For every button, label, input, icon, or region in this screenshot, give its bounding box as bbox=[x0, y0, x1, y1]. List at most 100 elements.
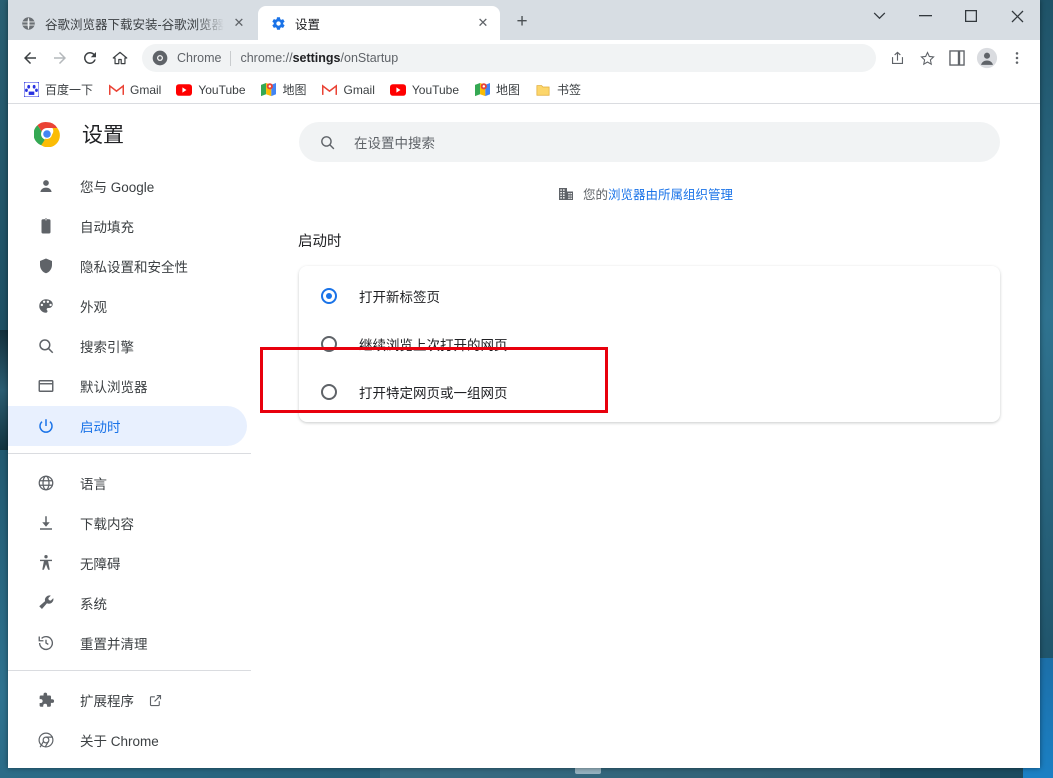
bookmark-baidu[interactable]: 百度一下 bbox=[16, 79, 100, 101]
sidebar-item-label: 扩展程序 bbox=[80, 694, 134, 709]
chrome-logo-icon bbox=[34, 121, 60, 147]
sidebar-item-accessibility[interactable]: 无障碍 bbox=[8, 543, 247, 583]
home-icon[interactable] bbox=[106, 44, 134, 72]
tab-inactive-download[interactable]: 谷歌浏览器下载安装-谷歌浏览器 ✕ bbox=[8, 6, 256, 40]
sidebar-item-label: 您与 Google bbox=[80, 180, 155, 195]
profile-avatar-icon[interactable] bbox=[973, 44, 1001, 72]
radio-label: 打开新标签页 bbox=[359, 290, 440, 305]
sidebar-item-system[interactable]: 系统 bbox=[8, 583, 247, 623]
startup-option-continue[interactable]: 继续浏览上次打开的网页 bbox=[299, 320, 1000, 368]
close-button[interactable] bbox=[994, 0, 1040, 32]
maximize-button[interactable] bbox=[948, 0, 994, 32]
side-panel-icon[interactable] bbox=[943, 44, 971, 72]
browser-toolbar: Chrome chrome://settings/onStartup bbox=[8, 40, 1040, 76]
sidebar-item-appearance[interactable]: 外观 bbox=[8, 286, 247, 326]
sidebar-item-languages[interactable]: 语言 bbox=[8, 463, 247, 503]
tab-active-settings[interactable]: 设置 ✕ bbox=[258, 6, 500, 40]
startup-options-card: 打开新标签页 继续浏览上次打开的网页 打开特定网页或一组网页 bbox=[299, 266, 1000, 422]
startup-option-new-tab[interactable]: 打开新标签页 bbox=[299, 272, 1000, 320]
search-placeholder: 在设置中搜索 bbox=[354, 136, 435, 151]
sidebar-item-extensions[interactable]: 扩展程序 bbox=[8, 680, 247, 720]
bookmark-folder[interactable]: 书签 bbox=[528, 79, 588, 101]
search-icon bbox=[36, 336, 56, 356]
search-input[interactable]: 在设置中搜索 bbox=[299, 122, 1000, 162]
address-bar[interactable]: Chrome chrome://settings/onStartup bbox=[142, 44, 876, 72]
close-icon[interactable]: ✕ bbox=[230, 14, 248, 32]
browser-window: 谷歌浏览器下载安装-谷歌浏览器 ✕ 设置 ✕ + Chrome chrome:/… bbox=[8, 0, 1040, 768]
sidebar-item-label: 搜索引擎 bbox=[80, 340, 134, 355]
new-tab-button[interactable]: + bbox=[508, 8, 536, 36]
wrench-icon bbox=[36, 593, 56, 613]
managed-notice-link[interactable]: 浏览器由所属组织管理 bbox=[608, 184, 733, 203]
settings-page: 设置 您与 Google 自动填充 隐私设置和安全性 外观 搜索引擎 默认浏览器… bbox=[8, 104, 1040, 768]
bookmark-label: Gmail bbox=[130, 82, 162, 97]
chrome-logo-icon bbox=[152, 50, 168, 66]
bookmark-label: 百度一下 bbox=[45, 83, 94, 97]
startup-option-specific-pages[interactable]: 打开特定网页或一组网页 bbox=[299, 368, 1000, 416]
sidebar-item-privacy-security[interactable]: 隐私设置和安全性 bbox=[8, 246, 247, 286]
radio-button[interactable] bbox=[321, 288, 337, 304]
bookmark-label: YouTube bbox=[411, 82, 460, 97]
sidebar-item-label: 关于 Chrome bbox=[80, 734, 159, 749]
window-controls bbox=[856, 0, 1040, 32]
sidebar-item-search-engine[interactable]: 搜索引擎 bbox=[8, 326, 247, 366]
download-icon bbox=[36, 513, 56, 533]
tab-search-icon[interactable] bbox=[856, 0, 902, 32]
share-icon[interactable] bbox=[883, 44, 911, 72]
sidebar-item-label: 自动填充 bbox=[80, 220, 134, 235]
reload-icon[interactable] bbox=[76, 44, 104, 72]
managed-by-organization-notice[interactable]: 您的 浏览器由所属组织管理 bbox=[251, 184, 1040, 203]
bookmark-maps-2[interactable]: 地图 bbox=[467, 79, 527, 101]
sidebar-item-reset-cleanup[interactable]: 重置并清理 bbox=[8, 623, 247, 663]
bookmark-label: 地图 bbox=[496, 83, 521, 97]
tab-title: 谷歌浏览器下载安装-谷歌浏览器 bbox=[45, 17, 224, 32]
sidebar-item-about-chrome[interactable]: 关于 Chrome bbox=[8, 720, 247, 760]
bookmark-youtube-1[interactable]: YouTube bbox=[169, 79, 252, 101]
sidebar-item-you-and-google[interactable]: 您与 Google bbox=[8, 166, 247, 206]
settings-nav-group-1: 您与 Google 自动填充 隐私设置和安全性 外观 搜索引擎 默认浏览器 启动… bbox=[8, 164, 251, 446]
close-icon[interactable]: ✕ bbox=[474, 14, 492, 32]
bookmark-gmail-1[interactable]: Gmail bbox=[101, 79, 168, 101]
radio-label: 继续浏览上次打开的网页 bbox=[359, 338, 508, 353]
baidu-icon bbox=[23, 82, 39, 98]
more-menu-icon[interactable] bbox=[1003, 44, 1031, 72]
bookmark-label: Gmail bbox=[343, 82, 375, 97]
bookmark-gmail-2[interactable]: Gmail bbox=[315, 79, 382, 101]
sidebar-item-autofill[interactable]: 自动填充 bbox=[8, 206, 247, 246]
external-link-icon[interactable] bbox=[148, 693, 163, 708]
omnibox-url: chrome://settings/onStartup bbox=[240, 51, 398, 65]
youtube-icon bbox=[176, 82, 193, 98]
sidebar-item-label: 下载内容 bbox=[80, 517, 134, 532]
person-icon bbox=[36, 176, 56, 196]
radio-button[interactable] bbox=[321, 336, 337, 352]
omnibox-scheme-label: Chrome bbox=[177, 51, 222, 65]
bookmark-maps-1[interactable]: 地图 bbox=[254, 79, 314, 101]
back-icon[interactable] bbox=[16, 44, 44, 72]
clipboard-icon bbox=[36, 216, 56, 236]
settings-header: 设置 bbox=[8, 104, 251, 164]
bookmark-youtube-2[interactable]: YouTube bbox=[383, 79, 466, 101]
globe-icon bbox=[20, 15, 36, 31]
sidebar-item-downloads[interactable]: 下载内容 bbox=[8, 503, 247, 543]
settings-nav-group-2: 语言 下载内容 无障碍 系统 重置并清理 bbox=[8, 461, 251, 663]
tab-strip: 谷歌浏览器下载安装-谷歌浏览器 ✕ 设置 ✕ + bbox=[8, 0, 1040, 40]
sidebar-item-default-browser[interactable]: 默认浏览器 bbox=[8, 366, 247, 406]
sidebar-item-label: 语言 bbox=[80, 477, 107, 492]
settings-search-wrapper: 在设置中搜索 bbox=[251, 104, 1040, 162]
sidebar-item-label: 隐私设置和安全性 bbox=[80, 260, 188, 275]
forward-icon[interactable] bbox=[46, 44, 74, 72]
bookmarks-bar: 百度一下 Gmail YouTube 地图 Gmail YouTube 地图 书… bbox=[8, 76, 1040, 104]
omnibox-url-suffix: /onStartup bbox=[340, 51, 399, 65]
omnibox-url-prefix: chrome:// bbox=[240, 51, 293, 65]
radio-button[interactable] bbox=[321, 384, 337, 400]
omnibox-divider bbox=[230, 50, 232, 66]
sidebar-item-label: 系统 bbox=[80, 597, 107, 612]
gmail-icon bbox=[108, 82, 124, 98]
sidebar-item-label: 启动时 bbox=[80, 420, 121, 435]
radio-label: 打开特定网页或一组网页 bbox=[359, 386, 508, 401]
omnibox-url-bold: settings bbox=[292, 51, 341, 65]
sidebar-item-on-startup[interactable]: 启动时 bbox=[8, 406, 247, 446]
minimize-button[interactable] bbox=[902, 0, 948, 32]
puzzle-icon bbox=[36, 690, 56, 710]
star-icon[interactable] bbox=[913, 44, 941, 72]
